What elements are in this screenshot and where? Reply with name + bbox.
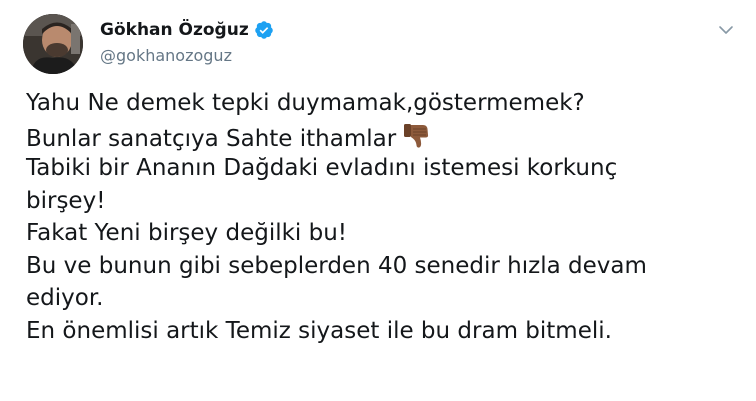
tweet-line: Bunlar sanatçıya Sahte ithamlar <box>26 125 397 152</box>
tweet-line: Tabiki bir Ananın Dağdaki evladını istem… <box>26 155 618 181</box>
thumbs-down-emoji-icon <box>402 120 432 150</box>
author-block[interactable]: Gökhan Özoğuz @gokhanozoguz <box>100 19 274 65</box>
tweet-line: Yahu Ne demek tepki duymamak,göstermemek… <box>26 90 585 116</box>
tweet-line: Bu ve bunun gibi sebeplerden 40 senedir … <box>26 252 647 279</box>
verified-badge-icon <box>254 20 274 40</box>
tweet-text: Yahu Ne demek tepki duymamak,göstermemek… <box>26 87 746 347</box>
chevron-down-icon[interactable] <box>716 20 736 40</box>
tweet-line: ediyor. <box>26 285 104 311</box>
user-handle[interactable]: @gokhanozoguz <box>100 46 274 65</box>
tweet-line: Fakat Yeni birşey değilki bu! <box>26 220 348 246</box>
tweet-line: birşey! <box>26 187 106 214</box>
tweet-card: Gökhan Özoğuz @gokhanozoguz Yahu Ne deme… <box>0 0 756 401</box>
tweet-line: En önemlisi artık Temiz siyaset ile bu d… <box>26 317 612 344</box>
avatar[interactable] <box>23 14 83 74</box>
tweet-line-with-emoji: Bunlar sanatçıya Sahte ithamlar <box>26 120 746 153</box>
name-row: Gökhan Özoğuz <box>100 19 274 41</box>
avatar-photo <box>23 14 83 74</box>
display-name[interactable]: Gökhan Özoğuz <box>100 20 249 40</box>
